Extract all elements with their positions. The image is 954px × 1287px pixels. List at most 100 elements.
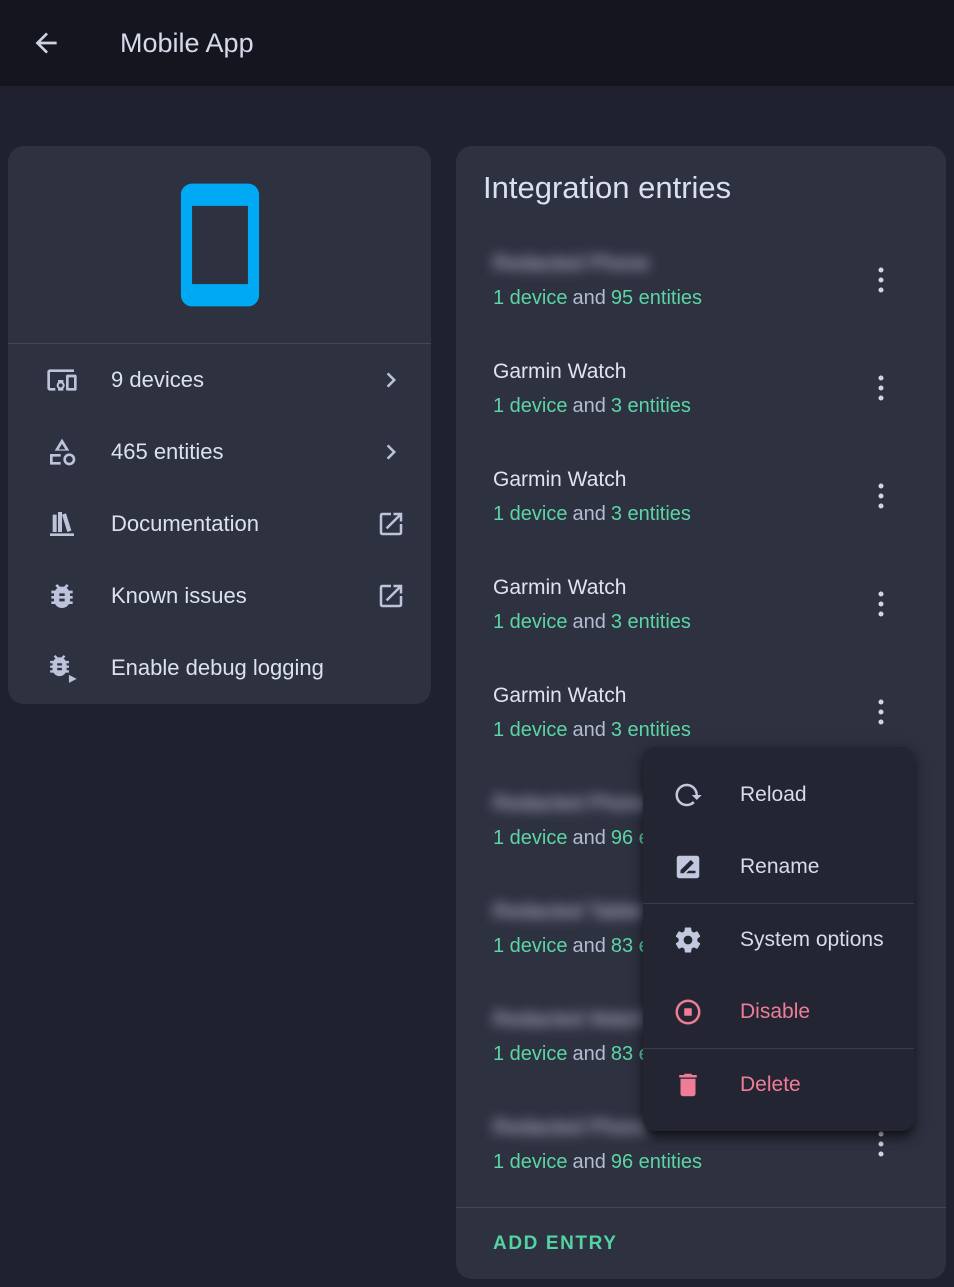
cellphone-icon (153, 178, 287, 312)
entry-name-redacted: Redacted Watch (493, 1007, 647, 1033)
entry-summary: 1 deviceand3 entities (493, 609, 691, 635)
devices-link[interactable]: 1 device (493, 395, 568, 417)
entry-name-redacted: Redacted Phone (493, 1115, 649, 1141)
dots-vertical-icon (869, 264, 893, 296)
menu-item-delete[interactable]: Delete (643, 1049, 914, 1121)
summary-and: and (573, 719, 606, 741)
entry-menu-button[interactable] (857, 472, 905, 520)
menu-item-system-options[interactable]: System options (643, 904, 914, 976)
summary-and: and (573, 1151, 606, 1173)
page-title: Mobile App (120, 0, 254, 86)
delete-icon (673, 1070, 703, 1100)
entry-menu-button[interactable] (857, 256, 905, 304)
summary-and: and (573, 287, 606, 309)
menu-item-label: System options (740, 928, 884, 952)
devices-link[interactable]: 1 device (493, 287, 568, 309)
devices-link[interactable]: 1 device (493, 503, 568, 525)
entry-name-redacted: Redacted Phone (493, 791, 649, 817)
dots-vertical-icon (869, 696, 893, 728)
shapes-icon (46, 436, 78, 468)
entities-link[interactable]: 95 entities (611, 287, 702, 309)
entry-summary: 1 deviceand95 entities (493, 285, 702, 311)
devices-row-label: 9 devices (111, 367, 376, 393)
entry-name-redacted: Redacted Tablet (493, 899, 644, 925)
integration-entry: Garmin Watch 1 deviceand3 entities (456, 452, 946, 560)
enable-debug-logging-row[interactable]: Enable debug logging (8, 632, 431, 704)
integration-entry: Redacted Phone 1 deviceand95 entities (456, 236, 946, 344)
arrow-left-icon (30, 27, 62, 59)
stop-circle-icon (673, 997, 703, 1027)
documentation-row-label: Documentation (111, 511, 376, 537)
summary-and: and (573, 1043, 606, 1065)
entities-row[interactable]: 465 entities (8, 416, 431, 488)
known-issues-row[interactable]: Known issues (8, 560, 431, 632)
enable-debug-logging-label: Enable debug logging (111, 655, 406, 681)
menu-item-label: Rename (740, 855, 819, 879)
entities-link[interactable]: 3 entities (611, 503, 691, 525)
entry-menu-button[interactable] (857, 580, 905, 628)
entry-name: Garmin Watch (493, 359, 626, 385)
overview-rows: 9 devices 465 entities Documentation Kno… (8, 344, 431, 704)
bug-icon (46, 580, 78, 612)
summary-and: and (573, 827, 606, 849)
library-icon (46, 508, 78, 540)
entities-link[interactable]: 3 entities (611, 719, 691, 741)
entry-name: Garmin Watch (493, 683, 626, 709)
entry-summary: 1 deviceand3 entities (493, 717, 691, 743)
entry-context-menu: Reload Rename System options Disable Del… (643, 747, 914, 1131)
menu-item-label: Reload (740, 783, 807, 807)
entry-summary: 1 deviceand3 entities (493, 393, 691, 419)
entities-link[interactable]: 96 entities (611, 1151, 702, 1173)
devices-link[interactable]: 1 device (493, 935, 568, 957)
dots-vertical-icon (869, 588, 893, 620)
menu-item-reload[interactable]: Reload (643, 759, 914, 831)
entries-card-title: Integration entries (483, 170, 731, 206)
summary-and: and (573, 395, 606, 417)
entry-summary: 1 deviceand3 entities (493, 501, 691, 527)
entries-card-footer: ADD ENTRY (456, 1208, 946, 1279)
entities-link[interactable]: 3 entities (611, 611, 691, 633)
summary-and: and (573, 611, 606, 633)
integration-icon-section (8, 146, 431, 344)
devices-link[interactable]: 1 device (493, 1043, 568, 1065)
summary-and: and (573, 935, 606, 957)
chevron-right-icon (376, 365, 406, 395)
devices-link[interactable]: 1 device (493, 1151, 568, 1173)
open-in-new-icon (376, 509, 406, 539)
entities-link[interactable]: 3 entities (611, 395, 691, 417)
integration-overview-card: 9 devices 465 entities Documentation Kno… (8, 146, 431, 704)
entry-menu-button[interactable] (857, 364, 905, 412)
devices-link[interactable]: 1 device (493, 827, 568, 849)
dots-vertical-icon (869, 1128, 893, 1160)
dots-vertical-icon (869, 372, 893, 404)
integration-entry: Garmin Watch 1 deviceand3 entities (456, 344, 946, 452)
integration-entry: Garmin Watch 1 deviceand3 entities (456, 560, 946, 668)
bug-play-icon (46, 652, 78, 684)
entry-menu-button[interactable] (857, 688, 905, 736)
devices-link[interactable]: 1 device (493, 611, 568, 633)
integration-page: Mobile App 9 devices 465 entities Docume… (0, 0, 954, 1287)
dots-vertical-icon (869, 480, 893, 512)
summary-and: and (573, 503, 606, 525)
menu-item-rename[interactable]: Rename (643, 831, 914, 903)
menu-item-label: Delete (740, 1073, 801, 1097)
documentation-row[interactable]: Documentation (8, 488, 431, 560)
cog-icon (673, 925, 703, 955)
entry-name: Garmin Watch (493, 467, 626, 493)
menu-item-disable[interactable]: Disable (643, 976, 914, 1048)
back-button[interactable] (26, 23, 66, 63)
known-issues-row-label: Known issues (111, 583, 376, 609)
reload-icon (673, 780, 703, 810)
entry-summary: 1 deviceand96 entities (493, 1149, 702, 1175)
menu-item-label: Disable (740, 1000, 810, 1024)
devices-icon (46, 364, 78, 396)
entry-name-redacted: Redacted Phone (493, 251, 649, 277)
app-header: Mobile App (0, 0, 954, 86)
add-entry-button[interactable]: ADD ENTRY (493, 1233, 618, 1255)
entry-name: Garmin Watch (493, 575, 626, 601)
entities-row-label: 465 entities (111, 439, 376, 465)
open-in-new-icon (376, 581, 406, 611)
devices-row[interactable]: 9 devices (8, 344, 431, 416)
devices-link[interactable]: 1 device (493, 719, 568, 741)
chevron-right-icon (376, 437, 406, 467)
